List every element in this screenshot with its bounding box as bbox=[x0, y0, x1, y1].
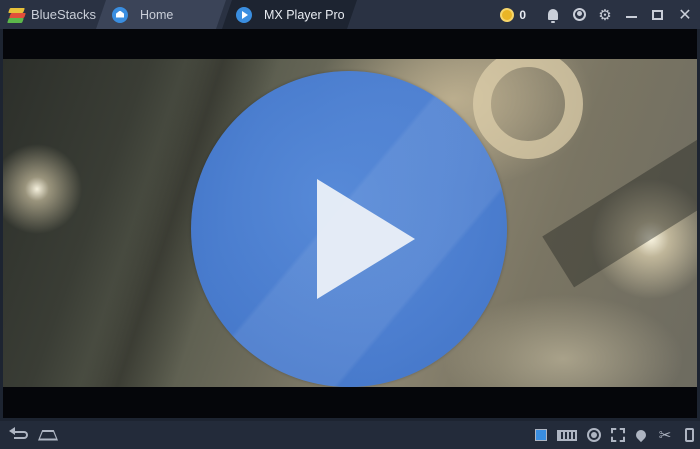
keyboard-icon bbox=[557, 429, 577, 441]
home-icon bbox=[38, 429, 58, 441]
maximize-button[interactable] bbox=[644, 0, 670, 29]
gear-icon: ⚙ bbox=[598, 5, 612, 24]
scissors-icon: ✂ bbox=[658, 425, 672, 444]
home-icon bbox=[112, 7, 128, 23]
location-target-button[interactable] bbox=[582, 421, 606, 449]
bell-icon bbox=[548, 9, 558, 23]
play-triangle-icon bbox=[317, 179, 415, 299]
fullscreen-icon bbox=[611, 428, 625, 442]
video-splash[interactable] bbox=[3, 59, 697, 387]
tab-home-label: Home bbox=[140, 7, 174, 22]
bottom-nav-bar: ✂ bbox=[0, 421, 700, 449]
location-pin-icon bbox=[633, 427, 649, 443]
tab-mx-player-pro[interactable]: MX Player Pro bbox=[222, 0, 357, 29]
tab-mx-player-pro-label: MX Player Pro bbox=[264, 7, 345, 22]
coin-count: 0 bbox=[519, 7, 526, 22]
location-pin-button[interactable] bbox=[630, 421, 652, 449]
play-icon bbox=[236, 7, 252, 23]
rotate-button[interactable] bbox=[678, 421, 700, 449]
notifications-button[interactable] bbox=[540, 0, 566, 29]
account-icon bbox=[572, 8, 586, 21]
fullscreen-button[interactable] bbox=[606, 421, 630, 449]
bluestacks-logo-icon bbox=[7, 7, 26, 23]
coin-icon[interactable] bbox=[500, 7, 515, 22]
close-icon: ✕ bbox=[678, 5, 692, 24]
brand-name: BlueStacks bbox=[30, 7, 96, 22]
keyboard-button[interactable] bbox=[552, 421, 582, 449]
back-button[interactable] bbox=[8, 421, 34, 449]
home-button[interactable] bbox=[34, 421, 62, 449]
brand: BlueStacks bbox=[0, 0, 96, 29]
keyboard-toggle-icon bbox=[535, 429, 547, 441]
location-target-icon bbox=[587, 428, 601, 442]
account-button[interactable] bbox=[566, 0, 592, 29]
mx-player-play-logo-icon[interactable] bbox=[191, 71, 507, 387]
minimize-icon bbox=[625, 15, 637, 18]
back-icon bbox=[9, 427, 28, 439]
tab-home[interactable]: Home bbox=[96, 0, 226, 29]
film-reel-ring bbox=[473, 59, 583, 159]
titlebar-controls: 0 ⚙ ✕ bbox=[500, 0, 700, 29]
maximize-icon bbox=[651, 9, 663, 20]
screenshot-button[interactable]: ✂ bbox=[652, 421, 678, 449]
close-button[interactable]: ✕ bbox=[670, 0, 700, 29]
bluestacks-window: BlueStacks Home MX Player Pro 0 ⚙ ✕ ✂ bbox=[0, 0, 700, 449]
minimize-button[interactable] bbox=[618, 0, 644, 29]
android-screen[interactable] bbox=[3, 29, 697, 418]
settings-button[interactable]: ⚙ bbox=[592, 0, 618, 29]
bottom-right-tools: ✂ bbox=[530, 421, 700, 449]
film-reel-shadow-2 bbox=[542, 130, 697, 288]
keyboard-toggle-button[interactable] bbox=[530, 421, 552, 449]
phone-rotate-icon bbox=[684, 428, 694, 442]
title-bar: BlueStacks Home MX Player Pro 0 ⚙ ✕ bbox=[0, 0, 700, 29]
